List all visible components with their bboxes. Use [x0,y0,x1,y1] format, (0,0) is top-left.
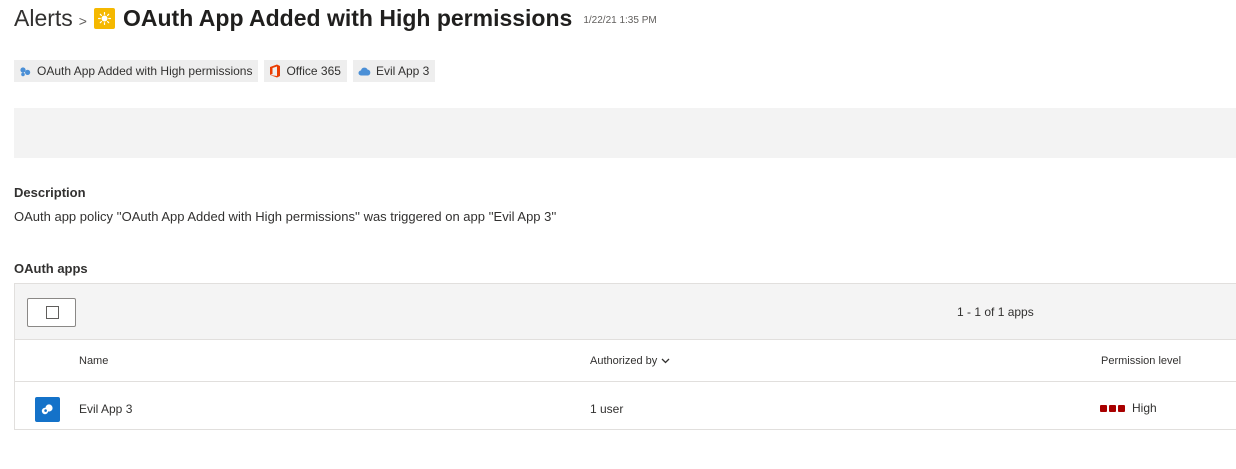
authorized-by-value: 1 user [590,402,624,416]
tag-label: Office 365 [286,64,341,78]
chevron-down-icon [661,358,670,364]
column-header-permission-level[interactable]: Permission level [1101,355,1181,367]
table-toolbar: 1 - 1 of 1 apps [15,284,1236,340]
column-header-label: Authorized by [590,355,658,367]
table-row[interactable]: Evil App 3 1 user High [15,382,1236,429]
description-text: OAuth app policy ''OAuth App Added with … [14,209,557,224]
oauth-apps-table: 1 - 1 of 1 apps Name Authorized by Permi… [14,283,1236,430]
paging-info: 1 - 1 of 1 apps [957,305,1034,319]
app-icon [35,397,60,422]
table-header: Name Authorized by Permission level [15,340,1236,382]
alert-timestamp: 1/22/21 1:35 PM [583,15,657,26]
tag-evil-app-3[interactable]: Evil App 3 [352,60,436,82]
permission-level-bars-icon [1100,404,1125,412]
column-header-name[interactable]: Name [79,355,108,367]
tag-label: OAuth App Added with High permissions [37,64,253,78]
alert-tags: OAuth App Added with High permissions Of… [14,60,436,82]
breadcrumb-alerts[interactable]: Alerts [14,5,73,32]
tag-office-365[interactable]: Office 365 [264,60,347,82]
select-all-button[interactable] [27,298,76,327]
alert-summary-band [14,108,1236,158]
app-name[interactable]: Evil App 3 [79,402,132,416]
checkbox-icon [46,306,59,319]
tag-label: Evil App 3 [375,64,430,78]
column-header-authorized-by[interactable]: Authorized by [590,355,670,367]
permission-level-value: High [1132,401,1157,415]
page-title: OAuth App Added with High permissions [122,4,573,31]
oauth-apps-heading: OAuth apps [14,261,88,276]
office-365-icon [269,64,281,78]
policy-icon [19,66,32,77]
permission-level: High [1100,401,1157,415]
sun-alert-icon [93,7,115,29]
tag-policy[interactable]: OAuth App Added with High permissions [14,60,259,82]
page-header: Alerts > OAuth App Added with High permi… [14,2,657,34]
breadcrumb-separator: > [78,13,87,29]
description-heading: Description [14,185,86,200]
cloud-icon [358,67,371,76]
